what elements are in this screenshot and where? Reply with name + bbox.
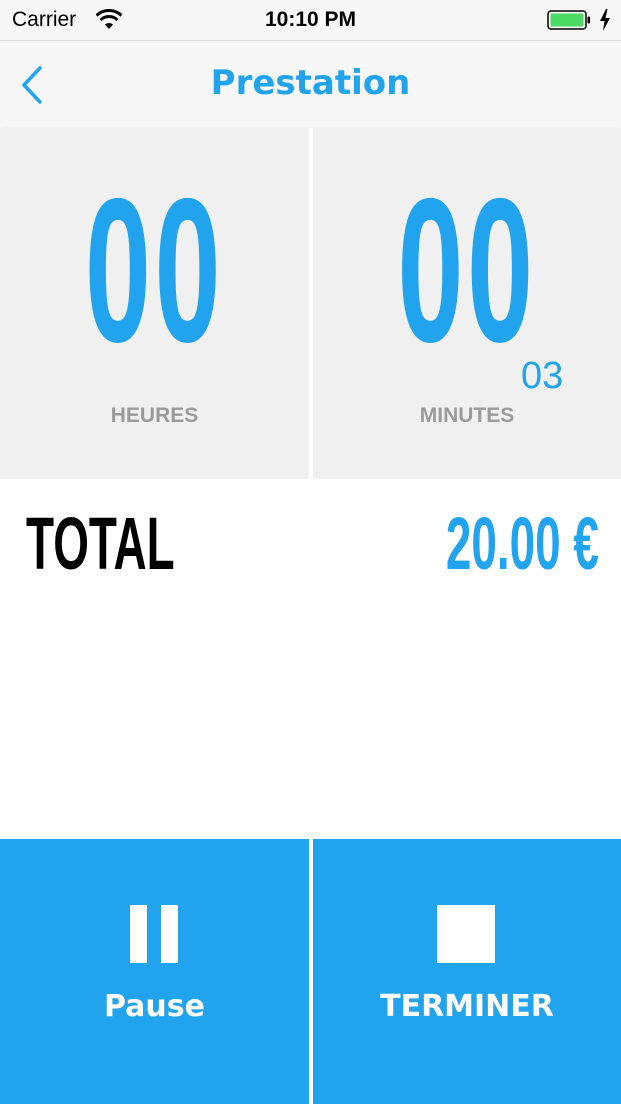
pause-icon	[130, 905, 178, 963]
charging-bolt-icon	[600, 9, 610, 31]
pause-button[interactable]: Pause	[0, 839, 309, 1104]
seconds-value: 03	[521, 355, 564, 397]
page-title: Prestation	[210, 63, 411, 103]
clock: 10:10 PM	[264, 8, 357, 31]
battery-icon	[547, 10, 590, 30]
minutes-label: MINUTES	[419, 404, 515, 427]
pause-label: Pause	[104, 989, 205, 1024]
minutes-panel: 00 03 MINUTES	[313, 128, 621, 479]
stop-icon	[437, 905, 495, 963]
total-label: TOTAL	[26, 502, 175, 585]
hours-panel: 00 HEURES	[0, 128, 309, 479]
terminer-button[interactable]: TERMINER	[313, 839, 621, 1104]
total-value: 20.00 €	[445, 502, 599, 585]
hours-value: 00	[84, 156, 225, 385]
hours-label: HEURES	[110, 404, 199, 427]
navigation-bar: Prestation	[0, 40, 621, 127]
minutes-value: 00	[397, 156, 537, 385]
status-bar: Carrier 10:10 PM	[0, 0, 621, 40]
terminer-label: TERMINER	[380, 989, 554, 1024]
